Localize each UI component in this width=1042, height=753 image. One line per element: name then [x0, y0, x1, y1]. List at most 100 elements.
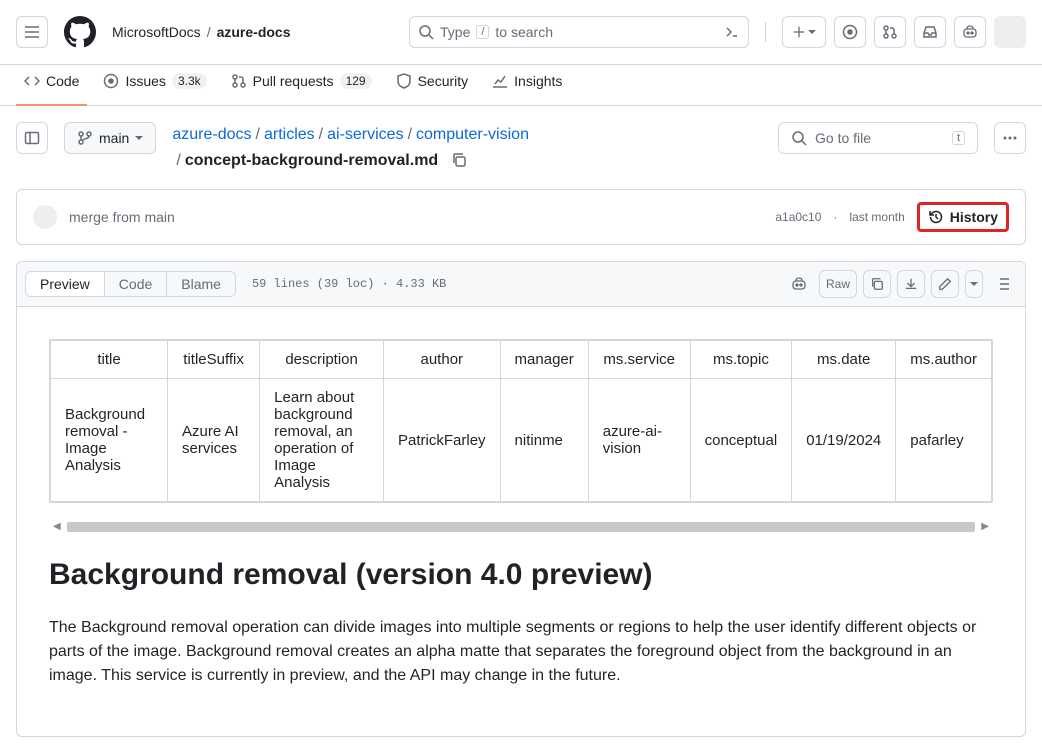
latest-commit-bar: merge from main a1a0c10 · last month His…	[16, 189, 1026, 245]
branch-select-button[interactable]: main	[64, 122, 156, 154]
outline-button[interactable]	[989, 270, 1017, 298]
td-service: azure-ai-vision	[588, 379, 690, 502]
copy-button[interactable]	[863, 270, 891, 298]
copilot-icon	[962, 24, 978, 40]
breadcrumb-separator: /	[207, 24, 211, 40]
issue-icon	[103, 73, 119, 89]
tab-code-view[interactable]: Code	[105, 272, 167, 296]
edit-button[interactable]	[931, 270, 959, 298]
file-path-row: main azure-docs/articles/ai-services/com…	[16, 122, 1026, 173]
pull-request-icon	[882, 24, 898, 40]
td-description: Learn about background removal, an opera…	[260, 379, 384, 502]
crumb-ai-services[interactable]: ai-services	[327, 126, 403, 143]
table-row: Background removal - Image Analysis Azur…	[51, 379, 992, 502]
kebab-icon	[1002, 130, 1018, 146]
th-title: title	[51, 341, 168, 379]
graph-icon	[492, 73, 508, 89]
file-view: Preview Code Blame 59 lines (39 loc) · 4…	[16, 261, 1026, 737]
copy-icon	[870, 277, 884, 291]
tab-issues-label: Issues	[125, 73, 165, 89]
tab-security-label: Security	[418, 73, 469, 89]
repo-breadcrumb: MicrosoftDocs / azure-docs	[112, 24, 291, 40]
th-author: author	[384, 341, 501, 379]
side-panel-toggle[interactable]	[16, 122, 48, 154]
crumb-articles[interactable]: articles	[264, 126, 315, 143]
tab-blame[interactable]: Blame	[167, 272, 235, 296]
commit-message[interactable]: merge from main	[69, 209, 763, 225]
commit-separator: ·	[833, 210, 837, 224]
td-msauthor: pafarley	[896, 379, 992, 502]
tab-code-label: Code	[46, 73, 79, 89]
global-header: MicrosoftDocs / azure-docs Type / to sea…	[0, 0, 1042, 65]
owner-link[interactable]: MicrosoftDocs	[112, 24, 201, 40]
th-topic: ms.topic	[690, 341, 792, 379]
tab-security[interactable]: Security	[388, 65, 477, 105]
file-info: 59 lines (39 loc) · 4.33 KB	[252, 277, 446, 291]
tab-issues[interactable]: Issues 3.3k	[95, 65, 214, 105]
command-palette-icon	[724, 24, 740, 40]
th-manager: manager	[500, 341, 588, 379]
caret-down-icon	[970, 280, 978, 288]
copilot-button[interactable]	[954, 16, 986, 48]
hamburger-icon	[24, 24, 40, 40]
copilot-icon	[791, 276, 807, 292]
repo-link[interactable]: azure-docs	[217, 24, 291, 40]
tab-pulls-label: Pull requests	[253, 73, 334, 89]
hamburger-menu-button[interactable]	[16, 16, 48, 48]
td-title: Background removal - Image Analysis	[51, 379, 168, 502]
search-input[interactable]: Type / to search	[409, 16, 749, 48]
search-hint: to search	[495, 24, 553, 40]
horizontal-scrollbar[interactable]: ◀ ▶	[49, 519, 993, 534]
tab-insights[interactable]: Insights	[484, 65, 570, 105]
pull-requests-button[interactable]	[874, 16, 906, 48]
commit-date: last month	[849, 210, 904, 224]
frontmatter-table-wrap[interactable]: title titleSuffix description author man…	[49, 339, 993, 503]
side-panel-icon	[24, 130, 40, 146]
commit-sha[interactable]: a1a0c10	[775, 210, 821, 224]
commit-author-avatar[interactable]	[33, 205, 57, 229]
goto-file-input[interactable]: Go to file t	[778, 122, 978, 154]
tab-pull-requests[interactable]: Pull requests 129	[223, 65, 380, 105]
history-button[interactable]: History	[920, 205, 1006, 229]
crumb-file: concept-background-removal.md	[185, 152, 438, 169]
download-icon	[904, 277, 918, 291]
issue-icon	[842, 24, 858, 40]
search-key-hint: /	[476, 25, 489, 39]
goto-key-hint: t	[952, 131, 965, 145]
plus-icon	[792, 25, 806, 39]
copy-path-icon[interactable]	[451, 152, 467, 168]
search-placeholder: Type	[440, 24, 470, 40]
th-service: ms.service	[588, 341, 690, 379]
tab-preview[interactable]: Preview	[26, 272, 105, 296]
issues-button[interactable]	[834, 16, 866, 48]
shield-icon	[396, 73, 412, 89]
header-actions	[782, 16, 1026, 48]
inbox-icon	[922, 24, 938, 40]
doc-paragraph: The Background removal operation can div…	[49, 616, 993, 688]
notifications-button[interactable]	[914, 16, 946, 48]
caret-down-icon	[135, 134, 143, 142]
file-toolbar: Preview Code Blame 59 lines (39 loc) · 4…	[17, 262, 1025, 307]
user-avatar[interactable]	[994, 16, 1026, 48]
markdown-preview: title titleSuffix description author man…	[17, 307, 1025, 736]
download-button[interactable]	[897, 270, 925, 298]
scroll-track[interactable]	[67, 522, 976, 532]
repo-nav: Code Issues 3.3k Pull requests 129 Secur…	[0, 65, 1042, 106]
github-logo-icon[interactable]	[64, 16, 96, 48]
td-titlesuffix: Azure AI services	[168, 379, 260, 502]
search-icon	[418, 24, 434, 40]
crumb-computer-vision[interactable]: computer-vision	[416, 126, 529, 143]
raw-button[interactable]: Raw	[819, 270, 857, 298]
td-manager: nitinme	[500, 379, 588, 502]
crumb-root[interactable]: azure-docs	[172, 126, 251, 143]
goto-placeholder: Go to file	[815, 130, 871, 146]
tab-code[interactable]: Code	[16, 65, 87, 105]
pull-request-icon	[231, 73, 247, 89]
more-actions-button[interactable]	[994, 122, 1026, 154]
copilot-file-button[interactable]	[785, 270, 813, 298]
branch-icon	[77, 130, 93, 146]
edit-dropdown-button[interactable]	[965, 270, 983, 298]
history-icon	[928, 209, 944, 225]
code-icon	[24, 73, 40, 89]
add-dropdown-button[interactable]	[782, 16, 826, 48]
